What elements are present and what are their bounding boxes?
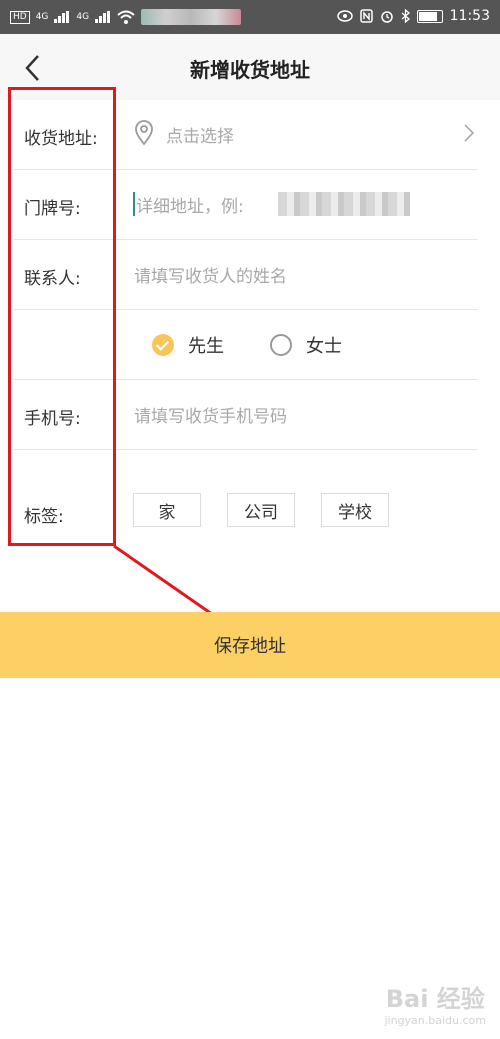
chevron-right-icon: [464, 124, 474, 142]
address-select[interactable]: 点击选择: [166, 122, 234, 147]
tag-school[interactable]: 学校: [321, 493, 389, 527]
signal-icon: [54, 11, 70, 23]
save-address-button[interactable]: 保存地址: [0, 612, 500, 678]
location-pin-icon: [135, 120, 153, 146]
radio-mr[interactable]: 先生: [152, 332, 224, 358]
text-cursor: [133, 192, 135, 216]
alarm-icon: [380, 11, 393, 23]
bluetooth-icon: [401, 9, 410, 23]
clock: 11:53: [449, 8, 490, 24]
network-type-2: 4G: [76, 12, 90, 22]
eye-icon: [336, 10, 353, 22]
blurred-example-text: [278, 192, 410, 216]
tag-home[interactable]: 家: [133, 493, 201, 527]
tag-company[interactable]: 公司: [227, 493, 295, 527]
radio-ms[interactable]: 女士: [270, 332, 342, 358]
door-number-input[interactable]: 详细地址，例:: [136, 192, 244, 217]
radio-mr-label: 先生: [188, 336, 224, 357]
watermark-brand: Bai 经验: [385, 985, 485, 1013]
annotation-red-box: [8, 87, 116, 546]
status-bar: HD 4G 4G 11:53: [0, 0, 500, 34]
page-title: 新增收货地址: [190, 58, 310, 82]
signal-icon-2: [95, 11, 111, 23]
hd-badge: HD: [10, 10, 30, 24]
battery-icon: [416, 9, 443, 23]
network-type-1: 4G: [35, 12, 49, 22]
nfc-icon: [359, 9, 373, 23]
status-right: 11:53: [336, 8, 490, 24]
blurred-carrier: [141, 9, 242, 25]
checked-circle-icon: [152, 334, 174, 356]
watermark: Bai 经验 jingyan.baidu.com: [384, 979, 486, 1027]
wifi-icon: [117, 10, 135, 24]
status-left: HD 4G 4G: [10, 9, 242, 25]
watermark-url: jingyan.baidu.com: [384, 1014, 486, 1027]
phone-input[interactable]: 请填写收货手机号码: [134, 402, 287, 427]
unchecked-circle-icon: [270, 334, 292, 356]
contact-name-input[interactable]: 请填写收货人的姓名: [134, 262, 287, 287]
radio-ms-label: 女士: [306, 336, 342, 357]
